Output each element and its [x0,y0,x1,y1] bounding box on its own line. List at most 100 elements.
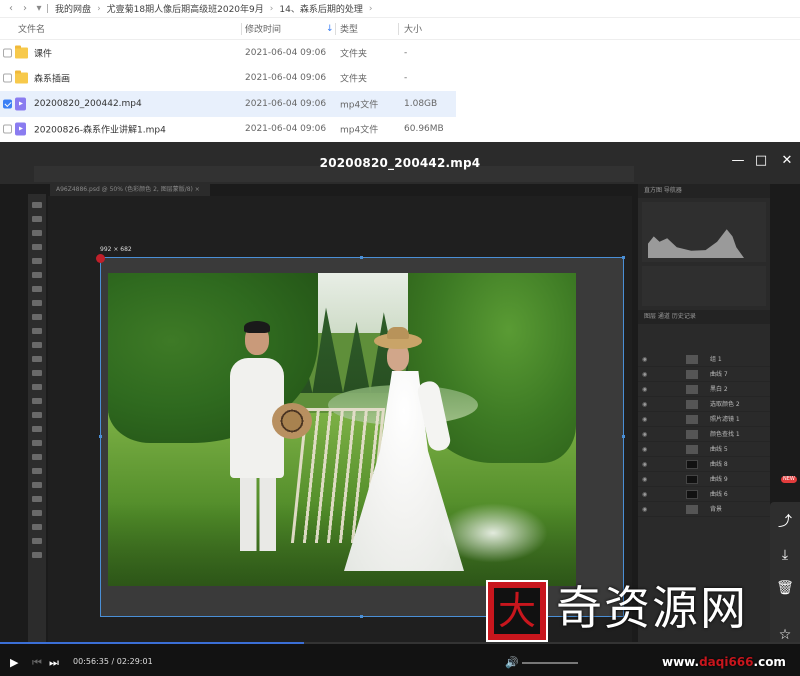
breadcrumb: ‹ › ▾ | 我的网盘 › 尤壹菊18期人像后期高级班2020年9月 › 14… [0,0,800,18]
previous-icon[interactable]: ⏮ [32,656,42,670]
layer-row[interactable]: ◉ 背景 [638,502,770,517]
delete-icon[interactable]: 🗑 [770,573,800,603]
dimension-label: 992 × 682 [100,246,132,253]
download-icon[interactable]: ⤓ [770,540,800,570]
sort-down-icon[interactable]: ↓ [326,24,334,34]
file-name[interactable]: 20200820_200442.mp4 [34,99,142,109]
layer-name: 曲线 5 [710,446,728,453]
volume-slider[interactable] [522,662,578,664]
file-list: 课件 2021-06-04 09:06 文件夹 - 森系插画 2021-06-04 09:… [0,40,800,142]
file-type: mp4文件 [340,125,379,136]
volume-icon[interactable]: 🔊 [505,656,519,669]
eye-icon[interactable]: ◉ [642,442,647,457]
file-name[interactable]: 20200826-森系作业讲解1.mp4 [34,123,166,136]
column-header-modified[interactable]: 修改时间 [245,22,281,35]
wedding-photo [108,273,576,586]
file-name[interactable]: 森系插画 [34,72,70,85]
file-row[interactable]: 20200826-森系作业讲解1.mp4 2021-06-04 09:06 mp4文… [0,117,800,143]
watermark-url: www.daqi666.com [662,655,786,669]
file-size: - [404,47,408,58]
layer-name: 曲线 8 [710,461,728,468]
layer-row[interactable]: ◉ 黑白 2 [638,382,770,397]
eye-icon[interactable]: ◉ [642,412,647,427]
folder-icon [15,70,28,84]
breadcrumb-item[interactable]: 14、森系后期的处理 [279,2,362,15]
eye-icon[interactable]: ◉ [642,502,647,517]
chevron-right-icon: › [368,3,373,14]
eye-icon[interactable]: ◉ [642,367,647,382]
eye-icon[interactable]: ◉ [642,397,647,412]
file-size: 1.08GB [404,98,438,109]
file-modified: 2021-06-04 09:06 [245,47,327,58]
layer-thumbnail [686,430,698,439]
layer-row[interactable]: ◉ 组 1 [638,352,770,367]
file-modified: 2021-06-04 09:06 [245,124,327,135]
progress-fill [0,642,304,644]
play-icon[interactable]: ▶ [10,656,18,669]
file-browser: ‹ › ▾ | 我的网盘 › 尤壹菊18期人像后期高级班2020年9月 › 14… [0,0,800,142]
screen: ‹ › ▾ | 我的网盘 › 尤壹菊18期人像后期高级班2020年9月 › 14… [0,0,800,676]
column-header-name[interactable]: 文件名 [18,22,45,35]
column-header-type[interactable]: 类型 [340,22,358,35]
layer-row[interactable]: ◉ 曲线 5 [638,442,770,457]
breadcrumb-item[interactable]: 尤壹菊18期人像后期高级班2020年9月 [107,2,264,15]
back-icon[interactable]: ‹ [4,3,18,14]
layer-thumbnail [686,400,698,409]
watermark-url-main: daqi666 [699,655,754,669]
time-display: 00:56:35 / 02:29:01 [73,657,153,666]
row-checkbox[interactable] [3,99,12,109]
layer-row[interactable]: ◉ 曲线 7 [638,367,770,382]
history-dropdown-icon[interactable]: ▾ [32,3,46,14]
watermark-logo: 大 [486,580,548,642]
chevron-right-icon: › [269,3,274,14]
layer-name: 组 1 [710,356,722,363]
photo-straw-hat [272,403,312,439]
layer-thumbnail [686,415,698,424]
eye-icon[interactable]: ◉ [642,457,647,472]
photo-man-hair [244,321,270,333]
layer-thumbnail [686,475,698,484]
time-separator: / [111,657,115,666]
file-type: 文件夹 [340,74,368,85]
file-row[interactable]: 森系插画 2021-06-04 09:06 文件夹 - [0,66,800,92]
eye-icon[interactable]: ◉ [642,427,647,442]
layer-thumbnail [686,385,698,394]
column-header-size[interactable]: 大小 [404,22,422,35]
forward-icon[interactable]: › [18,3,32,14]
layer-row[interactable]: ◉ 照片滤镜 1 [638,412,770,427]
share-icon[interactable]: ⤴ [770,507,800,537]
histogram-panel [642,202,766,262]
eye-icon[interactable]: ◉ [642,487,647,502]
layer-name: 颜色查找 1 [710,431,740,438]
row-checkbox[interactable] [3,73,12,83]
transform-handle [360,615,363,618]
chevron-right-icon: › [97,3,101,14]
file-name[interactable]: 课件 [34,46,52,59]
layers-list: ◉ 组 1 ◉ 曲线 7 ◉ 黑白 2 ◉ 选取颜色 2 ◉ 照片滤镜 1 ◉ 颜色查找 1 ◉ 曲线 5… [638,352,770,517]
row-checkbox[interactable] [3,124,12,134]
layer-row[interactable]: ◉ 颜色查找 1 [638,427,770,442]
eye-icon[interactable]: ◉ [642,472,647,487]
row-checkbox[interactable] [3,48,12,58]
table-header: 文件名 修改时间 ↓ 类型 大小 [0,18,800,40]
breadcrumb-item[interactable]: 我的网盘 [55,2,91,15]
layer-row[interactable]: ◉ 曲线 6 [638,487,770,502]
watermark-text: 奇资源网 [556,581,748,635]
eye-icon[interactable]: ◉ [642,352,647,367]
layer-thumbnail [686,370,698,379]
layer-thumbnail [686,445,698,454]
adjustments-panel [642,266,766,306]
layer-name: 曲线 6 [710,491,728,498]
eye-icon[interactable]: ◉ [642,382,647,397]
transform-anchor-icon [96,254,105,263]
histogram-panel-tabs: 直方图 导航器 [638,184,770,198]
file-row[interactable]: 课件 2021-06-04 09:06 文件夹 - [0,40,800,66]
layer-row[interactable]: ◉ 曲线 8 [638,457,770,472]
layer-row[interactable]: ◉ 选取颜色 2 [638,397,770,412]
layer-name: 曲线 7 [710,371,728,378]
file-size: 60.96MB [404,124,444,135]
layer-row[interactable]: ◉ 曲线 9 [638,472,770,487]
next-icon[interactable]: ⏭ [49,656,59,670]
transform-handle [360,256,363,259]
file-row[interactable]: 20200820_200442.mp4 2021-06-04 09:06 mp4文件… [0,91,456,117]
